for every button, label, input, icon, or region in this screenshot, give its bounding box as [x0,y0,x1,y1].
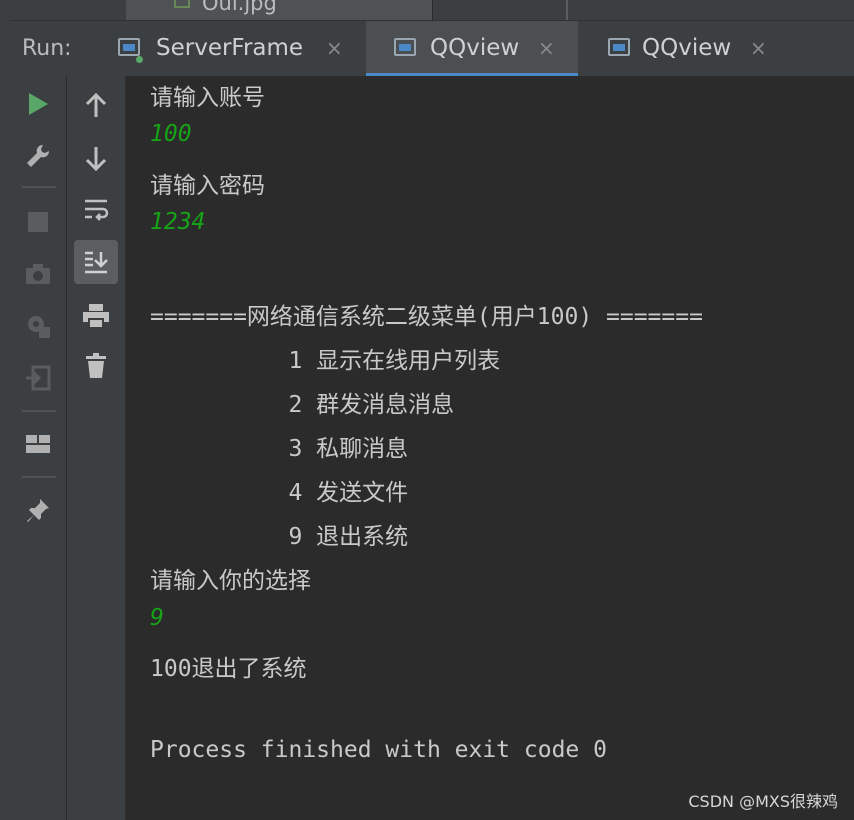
console-input-line: 100 [150,121,192,147]
camera-icon[interactable] [18,254,58,294]
console-line: 请输入你的选择 [150,568,311,594]
close-icon[interactable]: × [538,36,555,60]
editor-file-tab[interactable]: Oul.jpg [126,0,433,20]
console-line: 3 私聊消息 [150,436,409,462]
toolbar-divider [22,410,56,412]
arrow-up-icon[interactable] [76,86,116,126]
watermark: CSDN @MXS很辣鸡 [688,792,838,811]
tab-label: QQview [642,35,732,61]
pin-icon[interactable] [18,490,58,530]
console-line: 4 发送文件 [150,480,409,506]
console-line-exit: Process finished with exit code 0 [150,737,607,763]
console-line: 1 显示在线用户列表 [150,348,501,374]
run-label: Run: [22,36,72,61]
settings-bug-icon[interactable] [18,306,58,346]
image-file-icon [174,0,190,8]
layout-icon[interactable] [18,424,58,464]
console-line: 请输入账号 [150,85,265,111]
tab-qqview-active[interactable]: QQview × [366,21,578,77]
console-line: =======网络通信系统二级菜单(用户100) ======= [150,304,703,330]
console-line: 请输入密码 [150,173,265,199]
stop-icon[interactable] [18,202,58,242]
console-line: 2 群发消息消息 [150,392,455,418]
login-icon[interactable] [18,358,58,398]
toolbar-divider [22,186,56,188]
tab-label: ServerFrame [156,35,304,61]
console-input-line: 9 [150,605,164,631]
scroll-to-end-icon[interactable] [74,240,118,284]
tab-qqview[interactable]: QQview × [598,21,798,77]
wrench-icon[interactable] [18,136,58,176]
editor-file-tab-label: Oul.jpg [202,0,277,15]
print-icon[interactable] [76,296,116,336]
console-output[interactable]: 请输入账号 100 请输入密码 1234 =======网络通信系统二级菜单(用… [126,76,854,820]
soft-wrap-icon[interactable] [76,190,116,230]
run-icon[interactable] [18,84,58,124]
console-input-line: 1234 [150,209,206,235]
run-toolbar-right [67,76,126,820]
tab-label: QQview [430,35,520,61]
toolbar-divider [22,476,56,478]
trash-icon[interactable] [76,346,116,386]
console-line: 100退出了系统 [150,656,307,682]
editor-tab-strip: Oul.jpg [0,0,854,20]
tab-separator [566,0,568,20]
running-indicator-dot [136,56,143,63]
console-window-icon [118,38,140,56]
close-icon[interactable]: × [326,36,343,60]
close-icon[interactable]: × [750,36,767,60]
tab-serverframe[interactable]: ServerFrame × [108,21,358,77]
console-line: 9 退出系统 [150,524,409,550]
left-edge-strip [0,20,10,820]
run-toolbar-left [10,76,67,820]
console-window-icon [394,38,416,56]
run-tool-window-header: Run: ServerFrame × QQview × QQview × [10,20,854,77]
console-window-icon [608,38,630,56]
arrow-down-icon[interactable] [76,138,116,178]
